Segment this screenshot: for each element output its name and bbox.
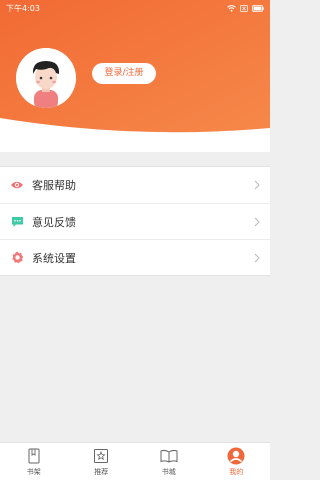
recommend-icon xyxy=(93,447,109,465)
menu-item-customer-help[interactable]: 客服帮助 xyxy=(0,167,270,203)
tab-mine[interactable]: 我的 xyxy=(203,443,271,480)
tab-recommend[interactable]: 推荐 xyxy=(68,443,136,480)
sim-icon xyxy=(240,4,248,12)
feedback-chat-icon xyxy=(10,215,24,229)
login-register-button[interactable]: 登录/注册 xyxy=(92,63,156,84)
bottom-tab-bar: 书架 推荐 书城 我的 xyxy=(0,442,270,480)
tab-bookshelf[interactable]: 书架 xyxy=(0,443,68,480)
chevron-right-icon xyxy=(254,253,260,263)
help-eye-icon xyxy=(10,178,24,192)
menu-item-feedback[interactable]: 意见反馈 xyxy=(0,203,270,239)
tab-label: 书架 xyxy=(26,467,41,476)
menu-item-label: 客服帮助 xyxy=(32,179,76,192)
bookshelf-icon xyxy=(27,447,41,465)
status-bar: 下午4:03 xyxy=(0,0,270,16)
profile-icon xyxy=(227,447,245,465)
menu-item-system-settings[interactable]: 系统设置 xyxy=(0,239,270,275)
wifi-icon xyxy=(227,4,236,12)
menu-item-label: 系统设置 xyxy=(32,251,76,265)
status-time: 下午4:03 xyxy=(6,3,40,13)
tab-label: 书城 xyxy=(161,467,176,476)
chevron-right-icon xyxy=(254,180,260,190)
menu-item-label: 意见反馈 xyxy=(32,215,76,229)
chevron-right-icon xyxy=(254,217,260,227)
settings-menu: 客服帮助 意见反馈 系统设置 xyxy=(0,166,270,276)
bookstore-icon xyxy=(160,447,178,465)
battery-icon xyxy=(252,4,264,12)
tab-bookstore[interactable]: 书城 xyxy=(135,443,203,480)
settings-gear-icon xyxy=(10,251,24,265)
status-icons xyxy=(227,4,264,12)
tab-label: 我的 xyxy=(229,467,244,476)
tab-label: 推荐 xyxy=(94,467,109,476)
user-avatar-icon[interactable] xyxy=(16,48,76,108)
